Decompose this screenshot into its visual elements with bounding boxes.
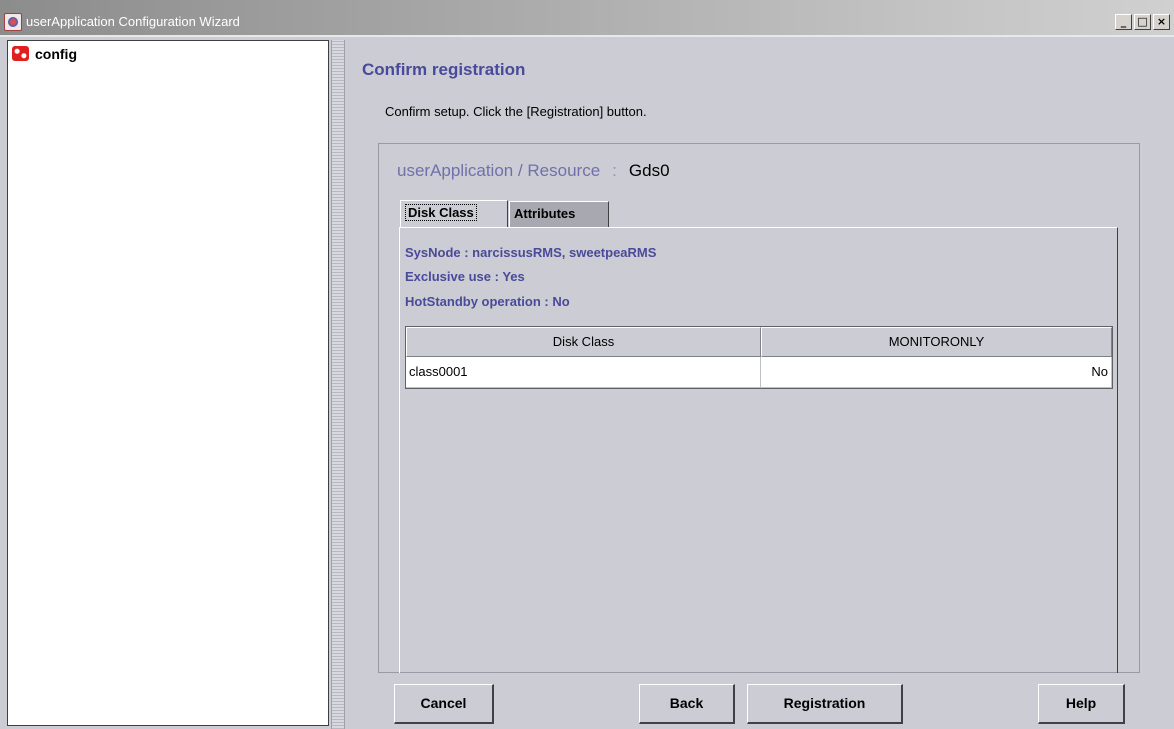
config-tree[interactable]: config: [7, 40, 329, 726]
back-button[interactable]: Back: [639, 684, 735, 724]
help-button[interactable]: Help: [1038, 684, 1125, 724]
split-pane-divider[interactable]: [331, 40, 345, 729]
tree-item-config[interactable]: config: [11, 45, 77, 63]
maximize-button[interactable]: □: [1134, 14, 1151, 30]
sysnode-info: SysNode : narcissusRMS, sweetpeaRMS: [405, 245, 657, 260]
tab-attributes[interactable]: Attributes: [509, 201, 609, 227]
resource-line: userApplication / Resource : Gds0: [397, 161, 670, 181]
config-node-icon: [11, 45, 31, 63]
title-bar[interactable]: userApplication Configuration Wizard _ □…: [0, 0, 1174, 37]
minimize-button[interactable]: _: [1115, 14, 1132, 30]
tab-disk-class[interactable]: Disk Class: [400, 200, 508, 228]
instructions-text: Confirm setup. Click the [Registration] …: [385, 104, 647, 119]
window-title: userApplication Configuration Wizard: [26, 14, 240, 29]
column-header-disk-class[interactable]: Disk Class: [406, 327, 761, 357]
table-row[interactable]: class0001 No: [406, 357, 1112, 388]
cell-monitoronly[interactable]: No: [761, 357, 1112, 388]
app-icon: [4, 13, 22, 31]
tab-label: Disk Class: [405, 204, 477, 221]
page-title: Confirm registration: [362, 60, 526, 79]
resource-separator: :: [612, 161, 617, 180]
column-header-monitoronly[interactable]: MONITORONLY: [761, 327, 1112, 357]
cell-disk-class[interactable]: class0001: [406, 357, 761, 388]
tab-label: Attributes: [514, 206, 576, 221]
resource-label: userApplication / Resource: [397, 161, 601, 180]
registration-button[interactable]: Registration: [747, 684, 903, 724]
tree-item-label: config: [35, 46, 77, 62]
wizard-window: userApplication Configuration Wizard _ □…: [0, 0, 1174, 729]
hotstandby-info: HotStandby operation : No: [405, 294, 570, 309]
table-header-row: Disk Class MONITORONLY: [406, 327, 1112, 357]
close-button[interactable]: ×: [1153, 14, 1170, 30]
cancel-button[interactable]: Cancel: [394, 684, 494, 724]
exclusive-use-info: Exclusive use : Yes: [405, 269, 525, 284]
window-controls: _ □ ×: [1115, 14, 1170, 30]
resource-value: Gds0: [628, 161, 670, 180]
disk-class-table: Disk Class MONITORONLY class0001 No: [405, 326, 1113, 389]
